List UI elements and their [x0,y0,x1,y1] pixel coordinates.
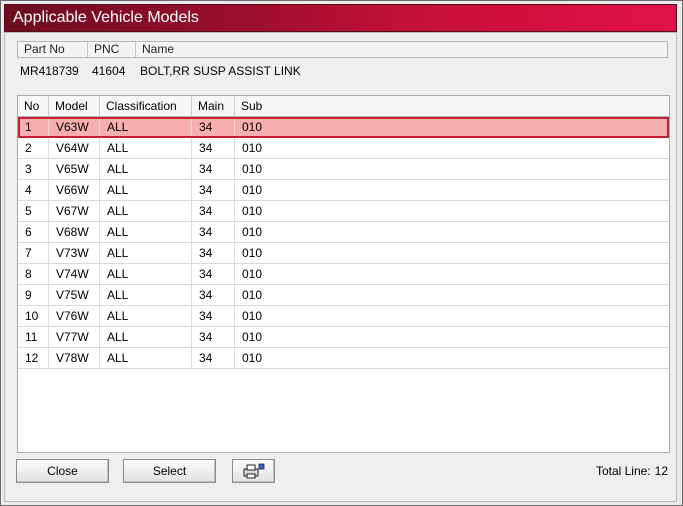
cell-main: 34 [192,159,235,179]
cell-model: V63W [49,119,100,136]
table-row[interactable]: 5 V67W ALL 34 010 [18,201,669,222]
cell-classification: ALL [100,306,192,326]
print-button[interactable] [232,459,275,483]
table-row[interactable]: 3 V65W ALL 34 010 [18,159,669,180]
pnc-header: PNC [88,42,136,57]
cell-sub: 010 [242,288,263,302]
cell-classification: ALL [100,119,192,136]
cell-classification: ALL [100,327,192,347]
cell-no: 4 [18,180,49,200]
dialog-content: Part No PNC Name MR418739 41604 BOLT,RR … [4,32,677,502]
total-line-value: 12 [654,464,668,478]
name-value: BOLT,RR SUSP ASSIST LINK [140,64,301,78]
cell-no: 9 [18,285,49,305]
cell-no: 12 [18,348,49,368]
cell-model: V67W [49,201,100,221]
cell-classification: ALL [100,201,192,221]
table-row[interactable]: 7 V73W ALL 34 010 [18,243,669,264]
part-info-values: MR418739 41604 BOLT,RR SUSP ASSIST LINK [17,63,668,81]
cell-sub: 010 [242,330,263,344]
part-no-value: MR418739 [20,64,79,78]
table-header: No Model Classification Main Sub [18,96,669,117]
cell-no: 2 [18,138,49,158]
table-row[interactable]: 6 V68W ALL 34 010 [18,222,669,243]
column-main[interactable]: Main [192,96,235,116]
title-bar[interactable]: Applicable Vehicle Models [4,4,677,32]
total-line: Total Line: 12 [592,464,668,478]
dialog-window: Applicable Vehicle Models Part No PNC Na… [0,0,683,506]
cell-main: 34 [192,306,235,326]
column-no[interactable]: No [18,96,49,116]
cell-classification: ALL [100,264,192,284]
cell-no: 10 [18,306,49,326]
cell-main: 34 [192,180,235,200]
cell-model: V66W [49,180,100,200]
cell-classification: ALL [100,285,192,305]
pnc-value: 41604 [92,64,126,78]
cell-no: 8 [18,264,49,284]
cell-main: 34 [192,348,235,368]
cell-sub: 010 [242,351,263,365]
cell-model: V77W [49,327,100,347]
column-model[interactable]: Model [49,96,100,116]
table-row[interactable]: 12 V78W ALL 34 010 [18,348,669,369]
cell-main: 34 [192,119,235,136]
cell-main: 34 [192,285,235,305]
cell-sub: 010 [242,162,263,176]
cell-main: 34 [192,327,235,347]
cell-no: 3 [18,159,49,179]
part-no-header: Part No [18,42,88,57]
cell-classification: ALL [100,159,192,179]
cell-classification: ALL [100,138,192,158]
window-title: Applicable Vehicle Models [13,9,199,26]
cell-model: V76W [49,306,100,326]
cell-sub: 010 [242,141,263,155]
cell-model: V74W [49,264,100,284]
total-line-label: Total Line: [595,464,651,478]
cell-sub: 010 [242,120,263,134]
vehicle-models-table[interactable]: No Model Classification Main Sub 1 V63W AL… [17,95,670,453]
cell-main: 34 [192,243,235,263]
cell-classification: ALL [100,348,192,368]
table-row[interactable]: 10 V76W ALL 34 010 [18,306,669,327]
cell-sub: 010 [242,309,263,323]
cell-classification: ALL [100,243,192,263]
cell-sub: 010 [242,246,263,260]
name-header: Name [142,42,175,56]
part-info-header: Part No PNC Name [17,41,668,58]
table-row[interactable]: 9 V75W ALL 34 010 [18,285,669,306]
table-row[interactable]: 4 V66W ALL 34 010 [18,180,669,201]
cell-main: 34 [192,138,235,158]
cell-main: 34 [192,201,235,221]
table-row[interactable]: 11 V77W ALL 34 010 [18,327,669,348]
cell-sub: 010 [242,267,263,281]
cell-model: V75W [49,285,100,305]
cell-no: 6 [18,222,49,242]
column-sub[interactable]: Sub [235,96,669,116]
cell-model: V78W [49,348,100,368]
cell-sub: 010 [242,225,263,239]
cell-model: V73W [49,243,100,263]
table-row[interactable]: 2 V64W ALL 34 010 [18,138,669,159]
printer-icon [243,463,265,479]
cell-sub: 010 [242,204,263,218]
cell-sub: 010 [242,183,263,197]
close-button[interactable]: Close [16,459,109,483]
select-button[interactable]: Select [123,459,216,483]
cell-main: 34 [192,222,235,242]
cell-model: V65W [49,159,100,179]
cell-model: V64W [49,138,100,158]
column-classification[interactable]: Classification [100,96,192,116]
table-row[interactable]: 8 V74W ALL 34 010 [18,264,669,285]
cell-no: 5 [18,201,49,221]
cell-no: 1 [18,119,49,136]
table-row[interactable]: 1 V63W ALL 34 010 [18,117,669,138]
cell-no: 7 [18,243,49,263]
cell-classification: ALL [100,180,192,200]
cell-main: 34 [192,264,235,284]
cell-model: V68W [49,222,100,242]
cell-no: 11 [18,327,49,347]
cell-classification: ALL [100,222,192,242]
